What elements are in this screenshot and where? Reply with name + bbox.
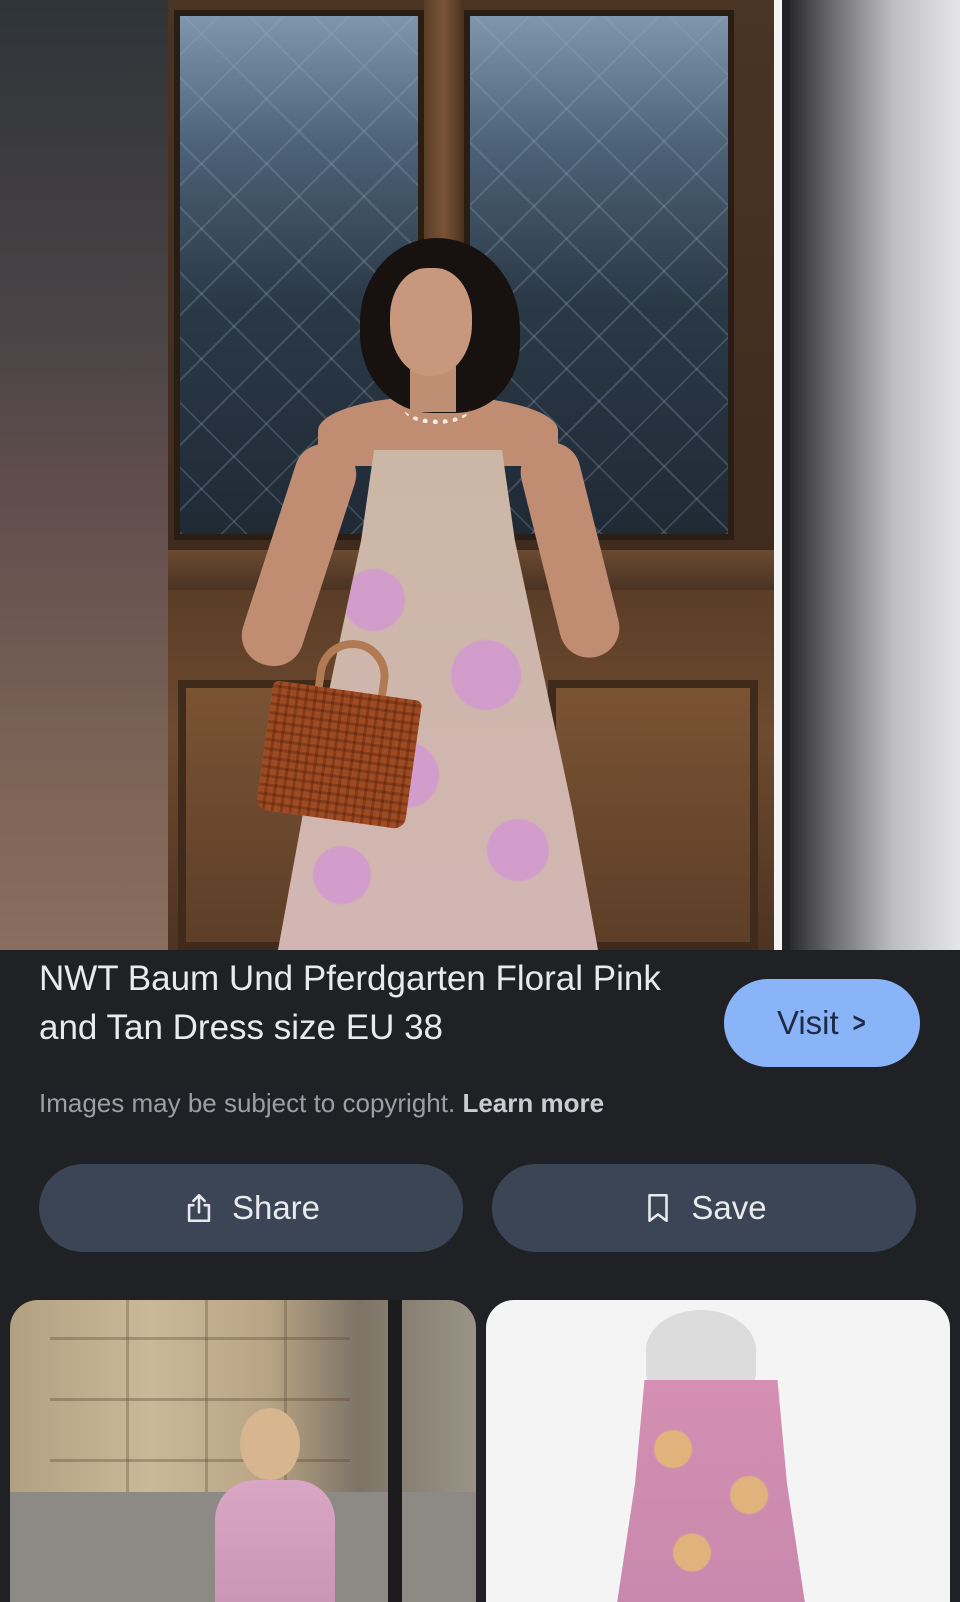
- copyright-text: Images may be subject to copyright.: [39, 1088, 456, 1118]
- visit-button[interactable]: Visit >: [724, 979, 920, 1067]
- preview-image-panel[interactable]: [0, 0, 960, 950]
- copyright-notice: Images may be subject to copyright. Lear…: [39, 1088, 604, 1119]
- share-icon: [187, 1193, 211, 1223]
- pearl-necklace: [404, 394, 470, 424]
- visit-label: Visit: [776, 1004, 839, 1041]
- share-label: Share: [231, 1189, 321, 1226]
- related-image-thumbnail[interactable]: [486, 1300, 950, 1602]
- learn-more-link[interactable]: Learn more: [462, 1088, 604, 1118]
- blurred-background-right: [790, 0, 960, 950]
- related-image-thumbnail[interactable]: [10, 1300, 476, 1602]
- blurred-background-left: [0, 0, 170, 950]
- bookmark-icon: [648, 1193, 669, 1223]
- save-button[interactable]: Save: [492, 1164, 916, 1252]
- wicker-basket-bag: [255, 680, 423, 830]
- chevron-right-icon: >: [852, 1007, 866, 1038]
- main-product-image[interactable]: [168, 0, 782, 950]
- save-label: Save: [691, 1189, 767, 1226]
- share-button[interactable]: Share: [39, 1164, 463, 1252]
- model-face: [390, 268, 472, 376]
- result-title[interactable]: NWT Baum Und Pferdgarten Floral Pink and…: [39, 954, 679, 1052]
